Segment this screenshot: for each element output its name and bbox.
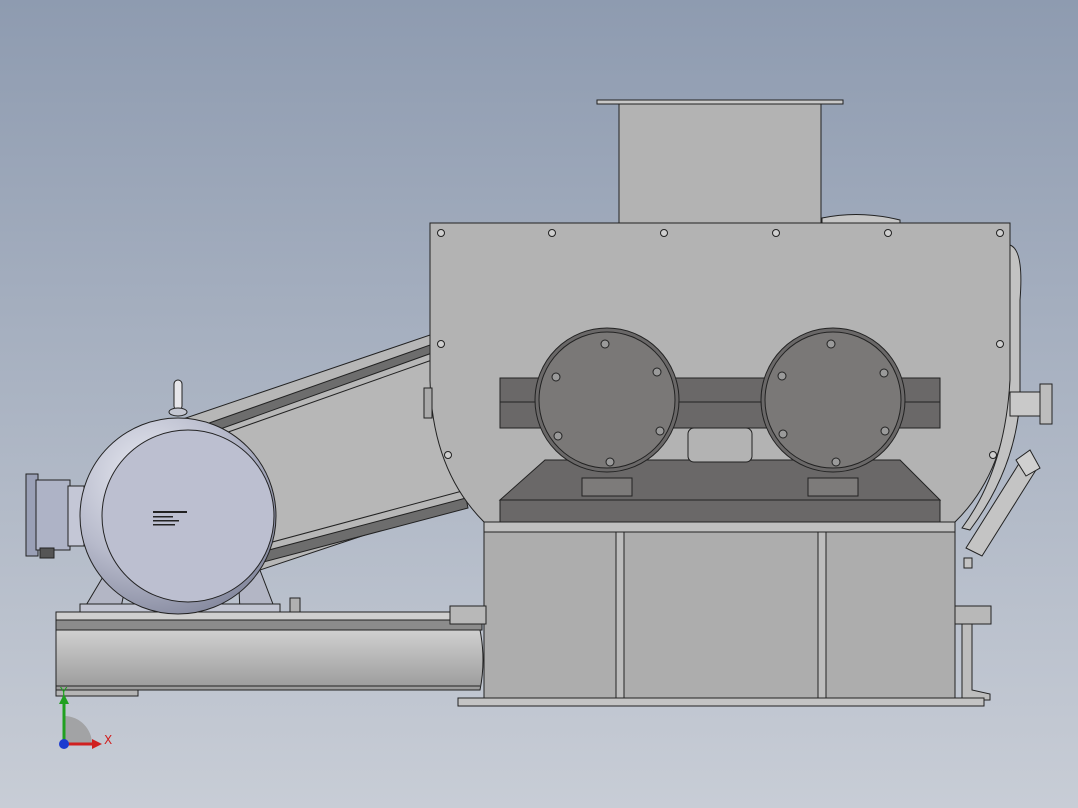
z-axis-icon: [59, 739, 69, 749]
model-drawing[interactable]: [0, 0, 1078, 808]
motor-end-cover: [101, 429, 275, 603]
left-bearing-cap[interactable]: [534, 327, 680, 473]
support-stand[interactable]: [449, 521, 992, 707]
y-axis-label: Y: [59, 686, 68, 699]
right-bearing-cap[interactable]: [760, 327, 906, 473]
cad-viewport[interactable]: X Y: [0, 0, 1078, 808]
coordinate-triad: X Y: [59, 686, 112, 749]
x-axis-label: X: [104, 733, 112, 747]
motor-base-frame[interactable]: [55, 597, 487, 697]
lifting-eye-icon: [173, 379, 183, 411]
